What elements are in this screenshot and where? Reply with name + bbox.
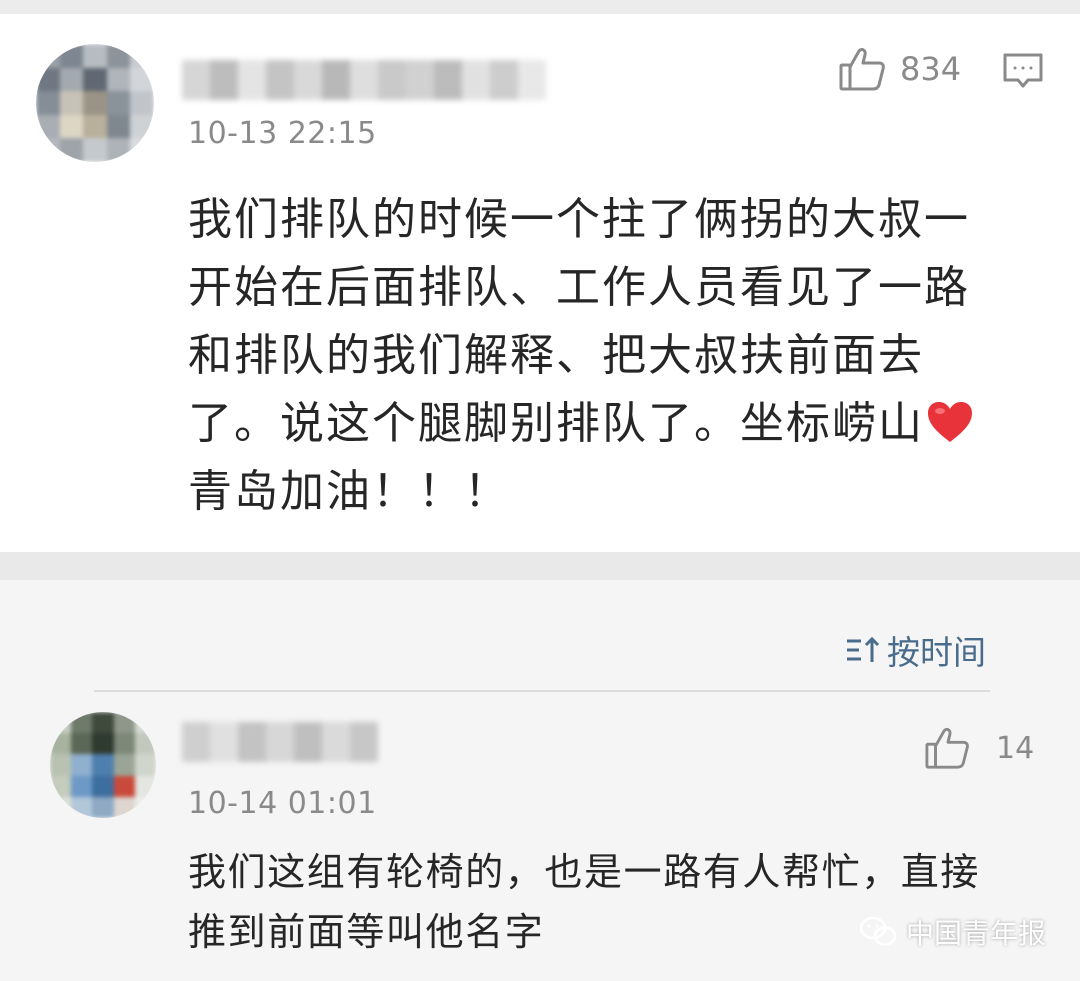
sort-label: 按时间 (887, 633, 986, 672)
watermark-text: 中国青年报 (905, 917, 1046, 950)
username-blurred[interactable] (182, 60, 546, 100)
avatar[interactable] (50, 712, 156, 818)
comment-line: 了。说这个腿脚别排队了。坐标崂山 (188, 398, 924, 449)
like-button[interactable]: 14 (924, 726, 1034, 770)
comment-line: 我们这组有轮椅的，也是一路有人帮忙，直接 (188, 850, 981, 894)
comment-line: 和排队的我们解释、把大叔扶前面去 (188, 330, 924, 381)
source-watermark: 中国青年报 (858, 912, 1046, 952)
red-heart-icon (928, 402, 972, 442)
comment-line: 开始在后面排队、工作人员看见了一路 (188, 262, 970, 313)
wechat-icon (859, 916, 897, 946)
comment-body: 我们排队的时候一个拄了俩拐的大叔一 开始在后面排队、工作人员看见了一路 和排队的… (188, 186, 974, 526)
sort-by-time-button[interactable]: 按时间 (845, 626, 986, 674)
like-button[interactable]: 834 (838, 46, 961, 92)
comment-line: 青岛加油！！！ (188, 466, 510, 517)
sort-icon (847, 636, 880, 662)
comment-line: 我们排队的时候一个拄了俩拐的大叔一 (188, 194, 970, 245)
like-count: 14 (996, 730, 1035, 766)
comment-icon (1003, 53, 1043, 88)
comment-timestamp: 10-13 22:15 (188, 116, 377, 151)
reply-button[interactable] (1002, 52, 1044, 94)
thumb-up-icon (925, 728, 969, 769)
divider-line (94, 690, 990, 692)
username-blurred[interactable] (182, 722, 378, 762)
avatar[interactable] (36, 44, 154, 162)
comment-line-with-emoji: 了。说这个腿脚别排队了。坐标崂山 (188, 390, 974, 458)
like-count: 834 (900, 50, 962, 88)
thumb-up-icon (839, 48, 885, 91)
section-divider (0, 552, 1080, 580)
comment-timestamp: 10-14 01:01 (188, 786, 377, 821)
